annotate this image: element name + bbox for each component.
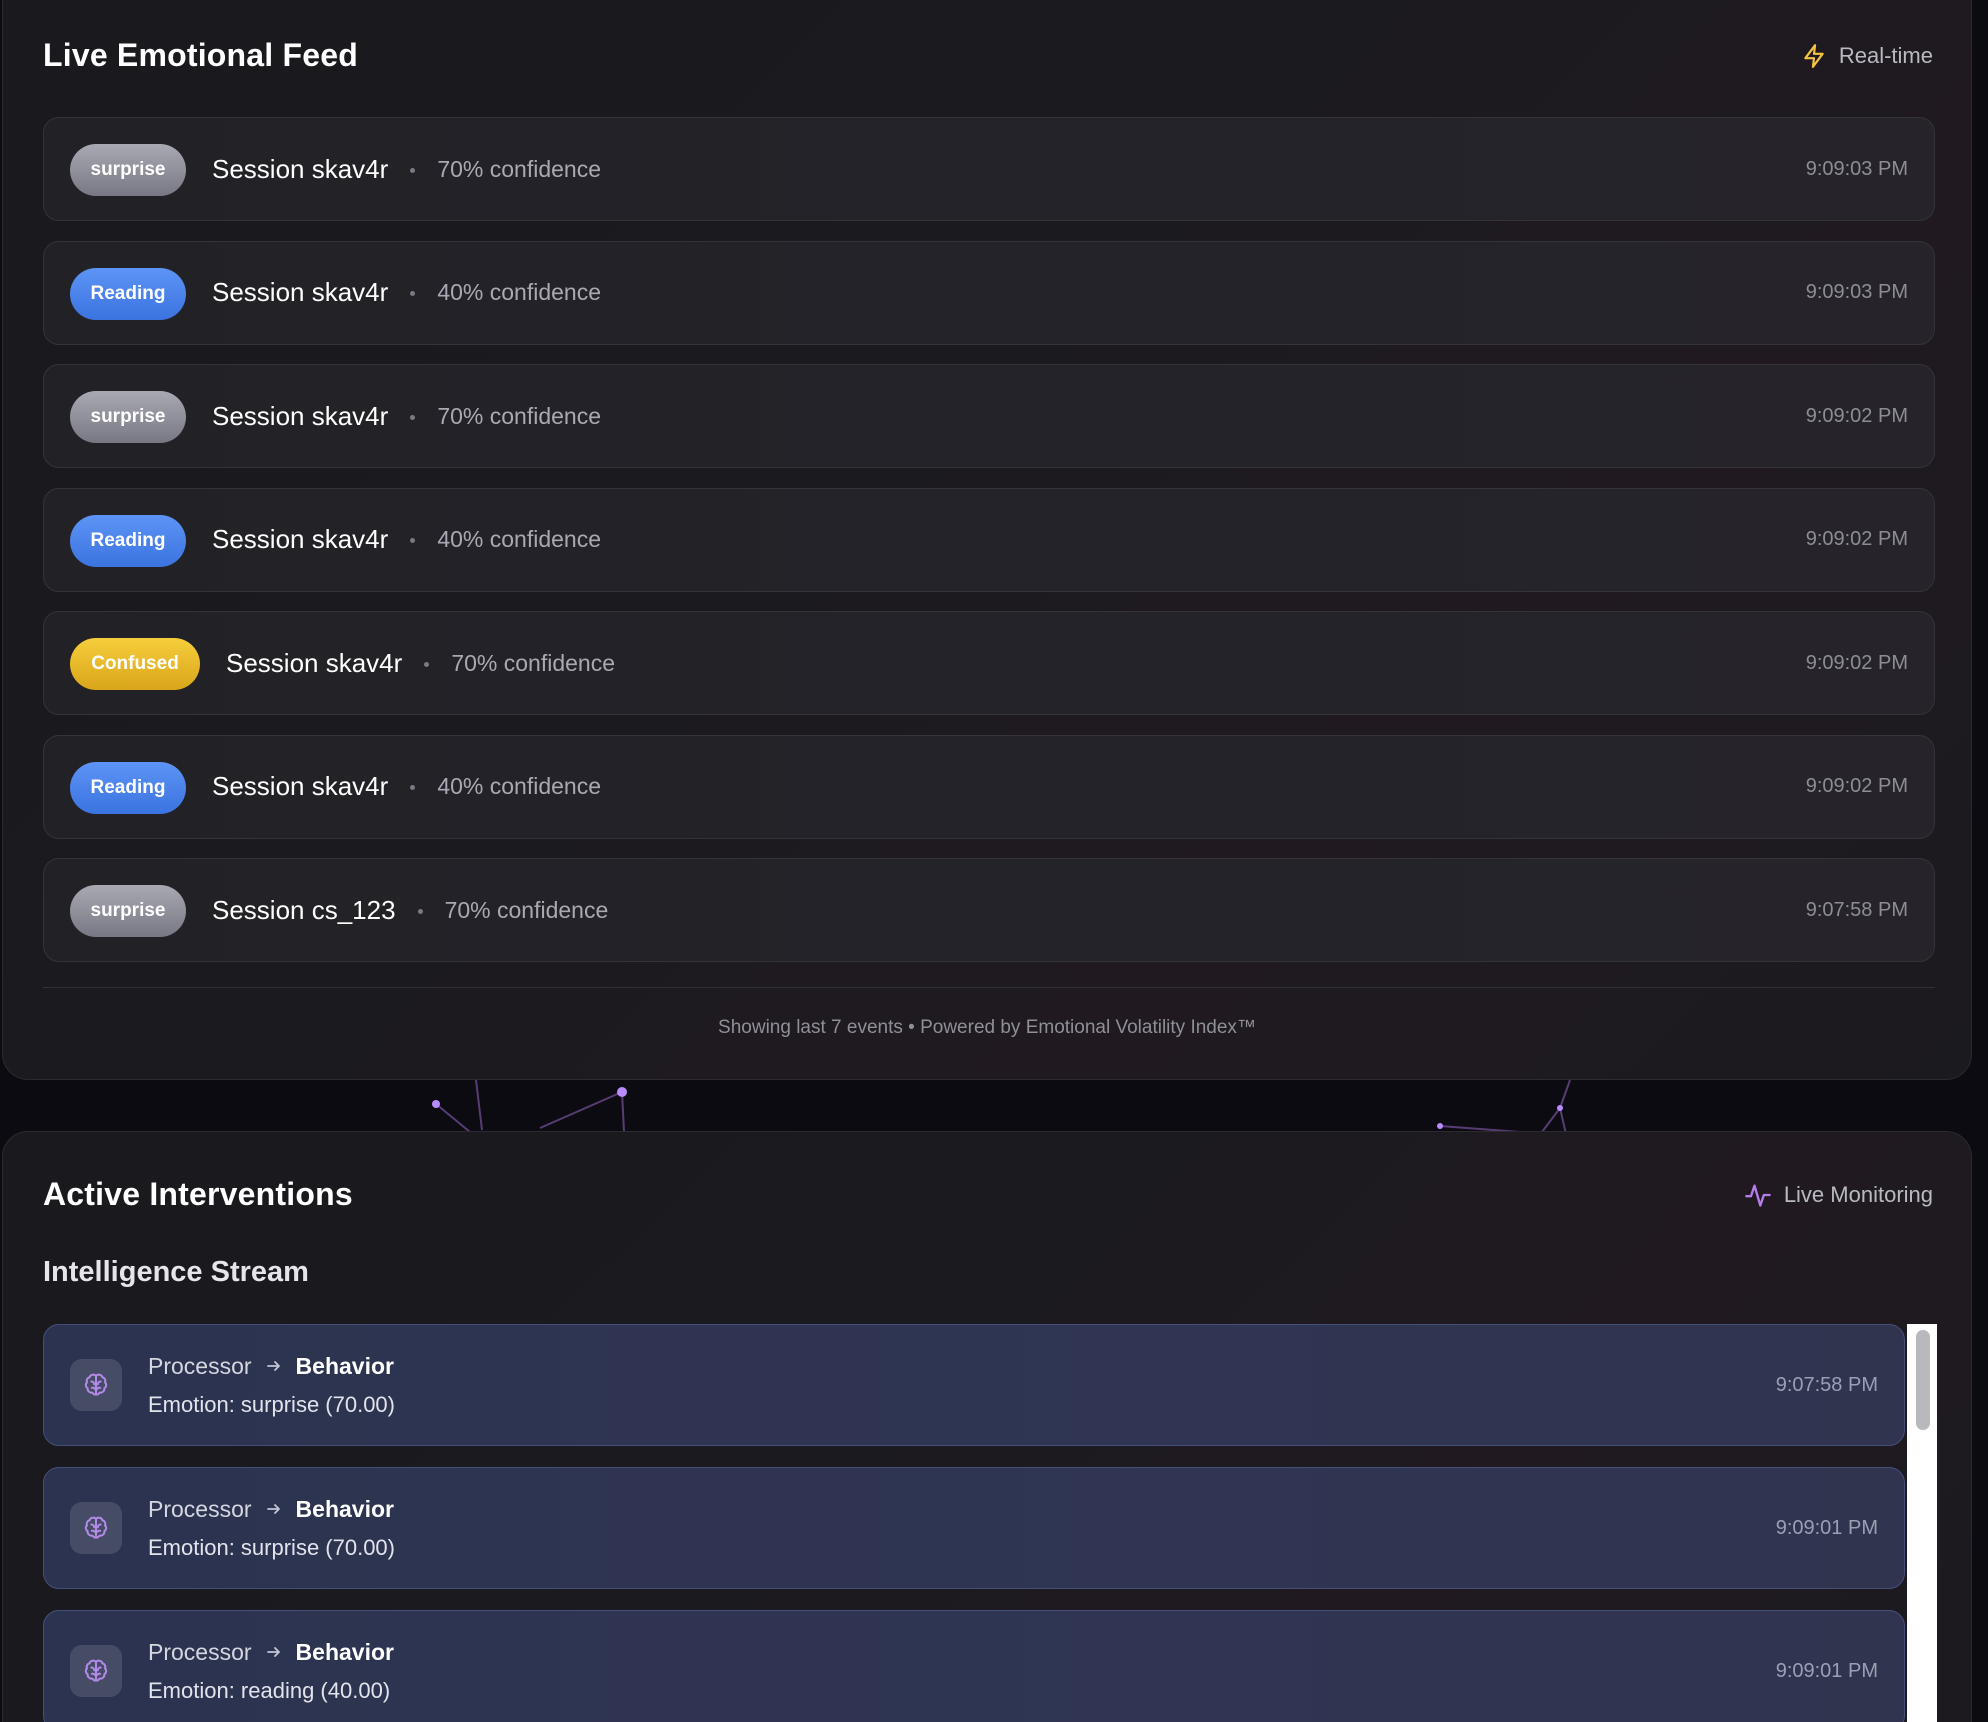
separator-dot: [417, 908, 423, 914]
activity-pulse-icon: [1744, 1181, 1772, 1209]
interventions-header: Active Interventions Live Monitoring: [43, 1176, 1933, 1213]
emotion-badge: surprise: [70, 144, 186, 196]
session-label: Session skav4r: [212, 771, 389, 801]
feed-event-row[interactable]: Reading Session skav4r 40% confidence 9:…: [43, 240, 1935, 345]
arrow-right-icon: [266, 1644, 282, 1660]
emotion-badge: surprise: [70, 885, 186, 937]
feed-event-list: surprise Session skav4r 70% confidence 9…: [43, 117, 1935, 982]
stream-description: Emotion: surprise (70.00): [148, 1391, 395, 1417]
feed-event-row[interactable]: Confused Session skav4r 70% confidence 9…: [43, 611, 1935, 715]
stream-item[interactable]: Processor Behavior Emotion: reading (40.…: [43, 1610, 1905, 1722]
separator-dot: [410, 414, 416, 420]
stream-route: Processor Behavior: [148, 1496, 395, 1523]
realtime-indicator: Real-time: [1801, 43, 1933, 69]
intelligence-stream-title: Intelligence Stream: [43, 1256, 309, 1288]
confidence-label: 40% confidence: [437, 526, 601, 552]
separator-dot: [410, 291, 416, 296]
confidence-label: 40% confidence: [437, 279, 601, 305]
stream-item-text: Processor Behavior Emotion: surprise (70…: [148, 1496, 395, 1561]
stream-route: Processor Behavior: [148, 1639, 394, 1666]
stream-item[interactable]: Processor Behavior Emotion: surprise (70…: [43, 1324, 1905, 1446]
feed-footer-note: Showing last 7 events • Powered by Emoti…: [718, 1017, 1256, 1038]
arrow-right-icon: [266, 1501, 282, 1517]
feed-header: Live Emotional Feed Real-time: [43, 37, 1933, 74]
confidence-label: 70% confidence: [444, 896, 609, 923]
event-timestamp: 9:09:02 PM: [1805, 404, 1908, 427]
emotion-badge: Confused: [70, 638, 200, 690]
event-timestamp: 9:09:02 PM: [1805, 651, 1908, 674]
event-timestamp: 9:09:03 PM: [1805, 157, 1908, 180]
session-label: Session skav4r: [212, 277, 389, 307]
separator-dot: [410, 538, 416, 543]
live-emotional-feed-panel: Live Emotional Feed Real-time surprise S…: [2, 0, 1972, 1080]
emotion-badge: surprise: [70, 391, 186, 443]
separator-dot: [410, 167, 416, 173]
realtime-label: Real-time: [1838, 42, 1933, 68]
session-label: Session skav4r: [226, 647, 403, 678]
event-timestamp: 9:09:03 PM: [1805, 281, 1908, 303]
confidence-label: 70% confidence: [437, 402, 601, 429]
lightning-icon: [1801, 43, 1827, 69]
feed-title: Live Emotional Feed: [43, 37, 358, 73]
route-target: Behavior: [295, 1352, 394, 1379]
dashboard-page: Live Emotional Feed Real-time surprise S…: [0, 0, 1988, 1722]
active-interventions-panel: Active Interventions Live Monitoring Int…: [2, 1131, 1972, 1722]
stream-item[interactable]: Processor Behavior Emotion: surprise (70…: [43, 1467, 1905, 1589]
route-source: Processor: [148, 1352, 252, 1379]
network-background-decoration: [432, 1079, 1571, 1135]
separator-dot: [410, 785, 416, 790]
arrow-right-icon: [266, 1358, 282, 1374]
stream-scrollbar[interactable]: [1907, 1324, 1937, 1722]
feed-divider: [43, 987, 1935, 988]
event-timestamp: 9:09:02 PM: [1805, 775, 1908, 797]
feed-event-row[interactable]: surprise Session cs_123 70% confidence 9…: [43, 858, 1935, 962]
session-label: Session skav4r: [212, 400, 389, 431]
stream-description: Emotion: reading (40.00): [148, 1677, 391, 1703]
brain-icon: [70, 1359, 122, 1411]
confidence-label: 40% confidence: [437, 773, 601, 799]
confidence-label: 70% confidence: [451, 649, 615, 676]
stream-route: Processor Behavior: [148, 1353, 395, 1380]
interventions-title: Active Interventions: [43, 1176, 353, 1212]
route-source: Processor: [148, 1638, 252, 1665]
route-source: Processor: [148, 1495, 252, 1522]
route-target: Behavior: [295, 1638, 394, 1665]
stream-timestamp: 9:09:01 PM: [1775, 1659, 1878, 1682]
event-timestamp: 9:09:02 PM: [1805, 528, 1908, 550]
separator-dot: [424, 661, 430, 667]
route-target: Behavior: [295, 1495, 394, 1522]
emotion-badge: Reading: [70, 267, 186, 320]
scrollbar-thumb[interactable]: [1916, 1330, 1930, 1430]
confidence-label: 70% confidence: [437, 155, 601, 182]
event-timestamp: 9:07:58 PM: [1805, 898, 1908, 921]
stream-item-text: Processor Behavior Emotion: surprise (70…: [148, 1353, 395, 1418]
emotion-badge: Reading: [70, 514, 186, 567]
stream-timestamp: 9:07:58 PM: [1775, 1373, 1878, 1396]
live-monitoring-indicator: Live Monitoring: [1744, 1181, 1933, 1209]
session-label: Session cs_123: [212, 894, 396, 925]
feed-event-row[interactable]: surprise Session skav4r 70% confidence 9…: [43, 117, 1935, 221]
session-label: Session skav4r: [212, 153, 389, 184]
brain-icon: [70, 1502, 122, 1554]
session-label: Session skav4r: [212, 524, 389, 554]
feed-event-row[interactable]: Reading Session skav4r 40% confidence 9:…: [43, 487, 1935, 592]
feed-event-row[interactable]: Reading Session skav4r 40% confidence 9:…: [43, 734, 1935, 839]
stream-description: Emotion: surprise (70.00): [148, 1534, 395, 1560]
feed-event-row[interactable]: surprise Session skav4r 70% confidence 9…: [43, 364, 1935, 468]
stream-item-text: Processor Behavior Emotion: reading (40.…: [148, 1639, 394, 1704]
emotion-badge: Reading: [70, 761, 186, 814]
live-monitoring-label: Live Monitoring: [1783, 1181, 1933, 1207]
intelligence-stream-list: Processor Behavior Emotion: surprise (70…: [43, 1324, 1905, 1722]
stream-timestamp: 9:09:01 PM: [1775, 1516, 1878, 1539]
brain-icon: [70, 1645, 122, 1697]
